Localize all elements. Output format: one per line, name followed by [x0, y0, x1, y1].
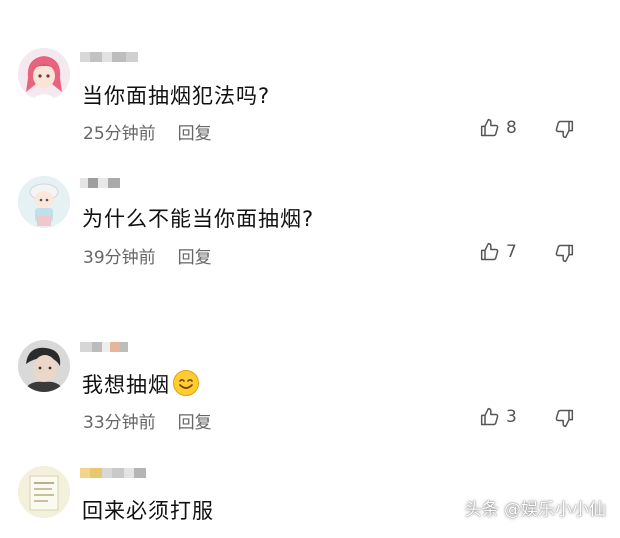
- reply-button[interactable]: 回复: [178, 248, 212, 268]
- comment-time: 25分钟前: [83, 124, 156, 144]
- dislike-button[interactable]: [554, 408, 574, 428]
- comment-text: 为什么不能当你面抽烟?: [82, 207, 315, 231]
- like-button[interactable]: 3: [480, 407, 517, 427]
- comment-time: 39分钟前: [83, 248, 156, 268]
- like-count: 3: [506, 407, 517, 427]
- reply-button[interactable]: 回复: [178, 124, 212, 144]
- like-count: 7: [506, 242, 517, 262]
- comment-text: 我想抽烟: [82, 369, 200, 399]
- thumbs-down-icon: [555, 409, 574, 428]
- reply-button[interactable]: 回复: [178, 413, 212, 433]
- like-count: 8: [506, 118, 517, 138]
- username-blurred[interactable]: [80, 176, 120, 190]
- comment-list: 当你面抽烟犯法吗? 25分钟前 回复 8 为什么不能当你面抽烟? 39分钟前 回…: [0, 0, 620, 538]
- comment-time: 33分钟前: [83, 413, 156, 433]
- thumbs-down-icon: [555, 120, 574, 139]
- cartoon-character-avatar-icon[interactable]: [18, 176, 70, 228]
- anime-girl-avatar-icon[interactable]: [18, 48, 70, 100]
- comment-meta: 33分钟前 回复: [83, 408, 212, 433]
- username-blurred[interactable]: [80, 340, 128, 354]
- smile-emoji-icon: [173, 370, 199, 396]
- dislike-button[interactable]: [554, 119, 574, 139]
- comment-meta: 39分钟前 回复: [83, 243, 212, 268]
- person-photo-avatar-icon[interactable]: [18, 340, 70, 392]
- like-button[interactable]: 7: [480, 242, 517, 262]
- thumbs-up-icon: [480, 242, 499, 261]
- thumbs-up-icon: [480, 407, 499, 426]
- comment-text-content: 我想抽烟: [82, 373, 170, 397]
- dislike-button[interactable]: [554, 243, 574, 263]
- username-blurred[interactable]: [80, 50, 138, 64]
- watermark: 头条 @娱乐小小仙: [464, 500, 606, 520]
- document-avatar-icon[interactable]: [18, 466, 70, 518]
- thumbs-down-icon: [555, 244, 574, 263]
- thumbs-up-icon: [480, 118, 499, 137]
- comment-text: 当你面抽烟犯法吗?: [82, 84, 271, 108]
- username-blurred[interactable]: [80, 466, 146, 480]
- comment-meta: 25分钟前 回复: [83, 119, 212, 144]
- comment-meta: [83, 532, 105, 538]
- like-button[interactable]: 8: [480, 118, 517, 138]
- comment-text: 回来必须打服: [82, 499, 214, 523]
